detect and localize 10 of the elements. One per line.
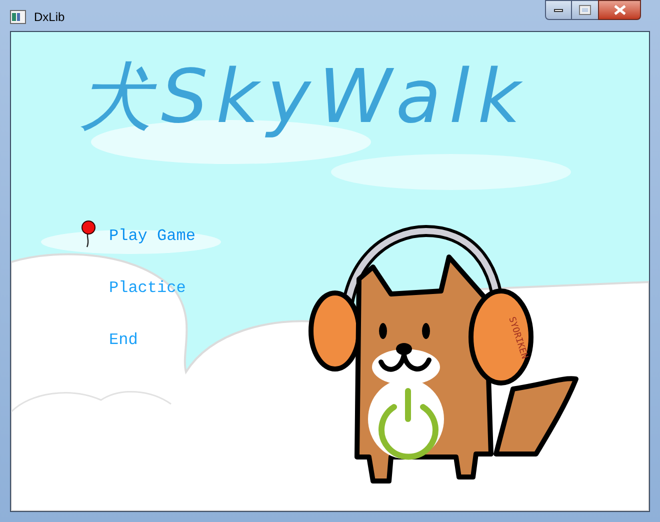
close-button[interactable] bbox=[598, 0, 641, 20]
menu-item[interactable]: End bbox=[109, 324, 138, 352]
menu-item[interactable]: Play Game bbox=[109, 220, 196, 248]
close-icon bbox=[614, 5, 626, 15]
app-icon bbox=[10, 10, 26, 24]
maximize-button[interactable] bbox=[572, 0, 598, 20]
minimize-button[interactable] bbox=[545, 0, 572, 20]
menu-item[interactable]: Plactice bbox=[109, 272, 186, 300]
game-logo: 犬SkyWalk bbox=[79, 54, 529, 140]
window-title: DxLib bbox=[34, 9, 65, 26]
